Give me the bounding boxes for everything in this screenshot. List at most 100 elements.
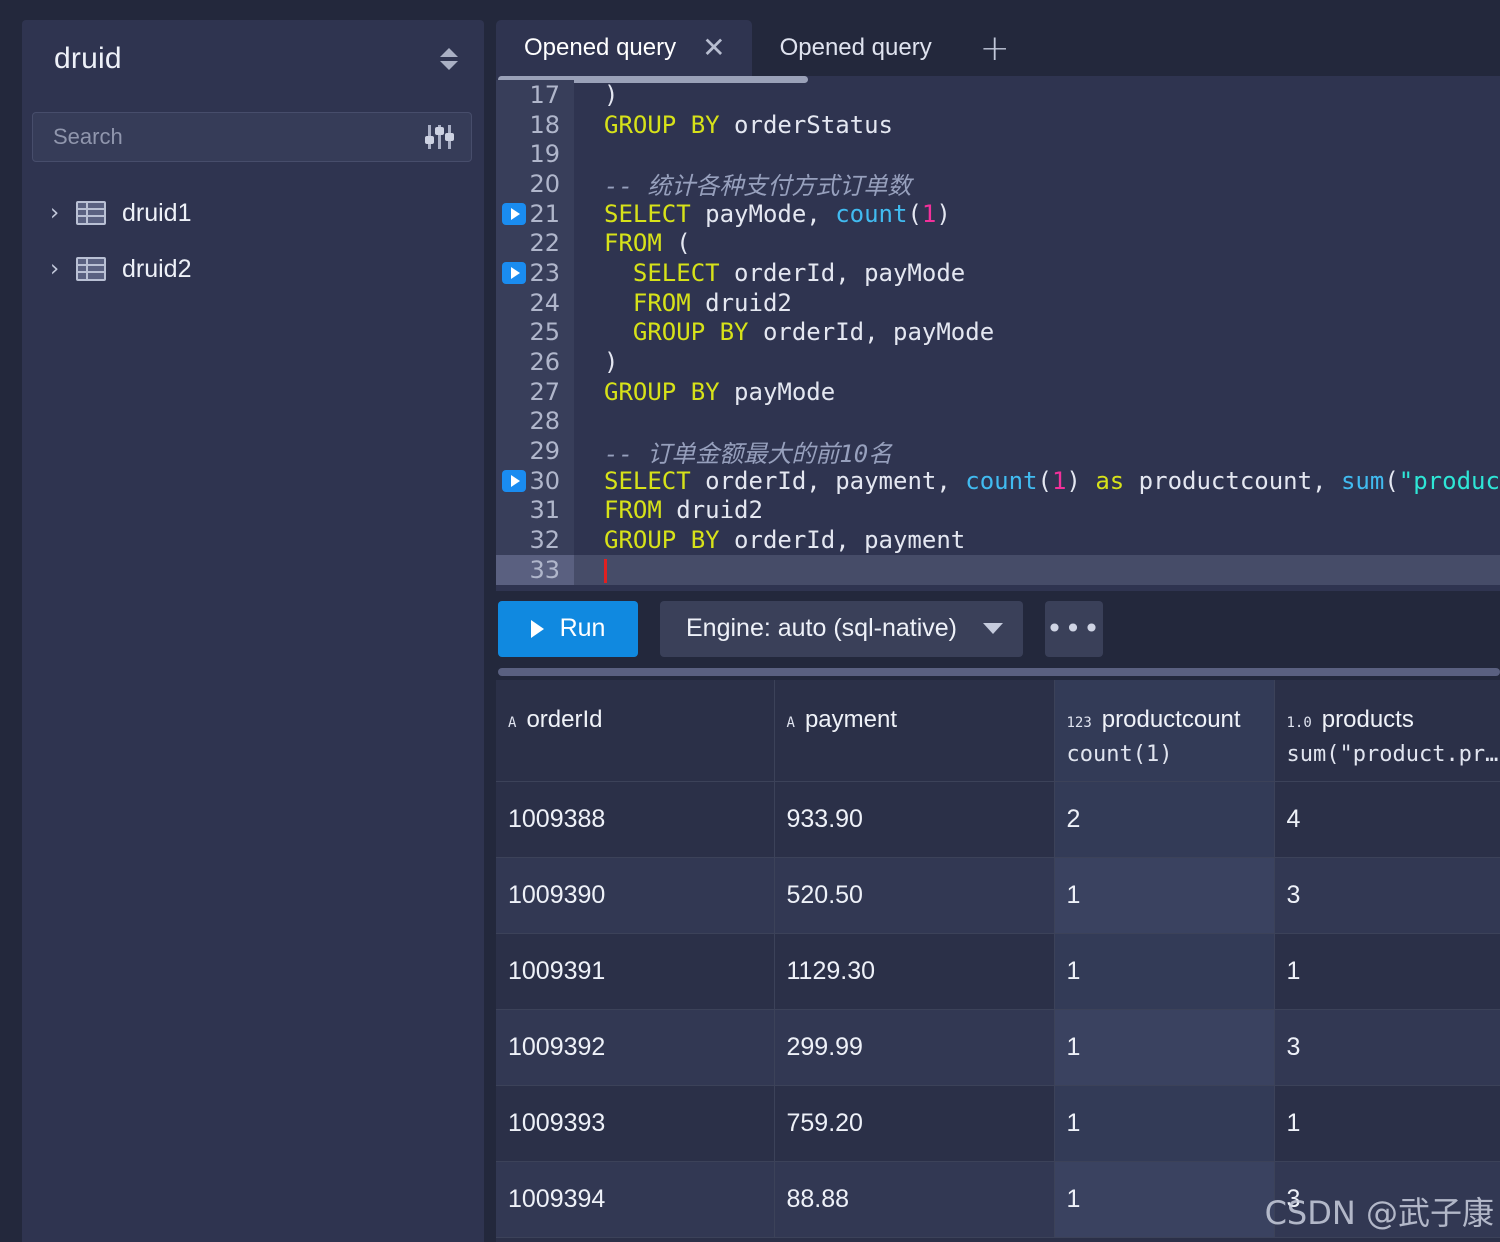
table-cell[interactable]: 299.99: [774, 1009, 1055, 1086]
editor-line[interactable]: 25 GROUP BY orderId, payMode: [496, 317, 1500, 348]
sidebar-header: druid: [22, 20, 484, 98]
filter-sliders-icon[interactable]: [423, 123, 457, 151]
editor-line[interactable]: 18 GROUP BY orderStatus: [496, 109, 1500, 140]
sql-editor[interactable]: 17) 18 GROUP BY orderStatus 19 20 -- 统计各种支付方式…: [496, 76, 1500, 591]
results-column-header[interactable]: AorderId: [496, 680, 775, 782]
results-column-header[interactable]: 1.0 products sum("product.pr…: [1274, 680, 1500, 782]
column-expression: sum("product.pr…: [1286, 742, 1499, 767]
editor-line[interactable]: 28: [496, 406, 1500, 437]
results-column-header[interactable]: 123 productcount count(1): [1054, 680, 1275, 782]
editor-line[interactable]: 29 -- 订单金额最大的前10名: [496, 436, 1500, 468]
schema-tree: › druid1 › druid2: [22, 185, 484, 297]
editor-line[interactable]: 22 FROM (: [496, 228, 1500, 259]
table-cell[interactable]: 933.90: [774, 781, 1055, 858]
line-number: 32: [496, 525, 574, 555]
line-source: SELECT payMode, count(1): [604, 199, 951, 228]
more-options-button[interactable]: •••: [1044, 600, 1103, 657]
tree-item-druid2[interactable]: › druid2: [22, 241, 484, 297]
play-icon: [530, 619, 544, 638]
editor-line[interactable]: 32 GROUP BY orderId, payment: [496, 525, 1500, 555]
editor-line[interactable]: 19: [496, 139, 1500, 170]
run-button[interactable]: Run: [498, 600, 638, 657]
table-cell[interactable]: 1: [1054, 857, 1275, 934]
run-statement-icon[interactable]: [502, 202, 526, 225]
table-cell[interactable]: 1: [1054, 1085, 1275, 1162]
table-cell[interactable]: 1: [1054, 1161, 1275, 1238]
column-type-badge: 123: [1066, 715, 1092, 731]
run-statement-icon[interactable]: [502, 469, 526, 492]
results-table: AorderId Apayment 123 productcount count(1) 1…: [496, 680, 1500, 1238]
close-icon[interactable]: ✕: [702, 34, 725, 62]
editor-line[interactable]: 20 -- 统计各种支付方式订单数: [496, 169, 1500, 201]
table-cell[interactable]: 1009392: [496, 1009, 775, 1086]
query-tabbar: Opened query ✕ Opened query +: [496, 20, 1500, 76]
new-tab-plus-icon[interactable]: +: [958, 20, 1032, 76]
chevron-right-icon[interactable]: ›: [50, 257, 76, 281]
column-name: orderId: [526, 706, 603, 733]
editor-line[interactable]: 23 SELECT orderId, payMode: [496, 258, 1500, 288]
query-toolbar: Run Engine: auto (sql-native) •••: [496, 591, 1500, 666]
run-statement-icon[interactable]: [502, 262, 526, 285]
table-row[interactable]: 1009391 1129.30 1 1: [496, 933, 1500, 1010]
table-cell[interactable]: 1009390: [496, 857, 775, 934]
table-cell[interactable]: 88.88: [774, 1161, 1055, 1238]
column-name: productcount: [1101, 706, 1241, 733]
table-cell[interactable]: 3: [1274, 1009, 1500, 1086]
table-row[interactable]: 1009393 759.20 1 1: [496, 1085, 1500, 1162]
tab-opened-query-2[interactable]: Opened query: [752, 20, 958, 76]
editor-code-area[interactable]: 17) 18 GROUP BY orderStatus 19 20 -- 统计各种支付方式…: [496, 80, 1500, 591]
table-cell[interactable]: 3: [1274, 1161, 1500, 1238]
line-source: ): [604, 348, 619, 377]
engine-select[interactable]: Engine: auto (sql-native): [660, 600, 1023, 657]
tree-item-label: druid1: [122, 198, 192, 227]
line-number: 27: [496, 376, 574, 407]
column-type-badge: 1.0: [1286, 715, 1312, 731]
search-input[interactable]: [53, 124, 423, 150]
table-cell[interactable]: 1009393: [496, 1085, 775, 1162]
tree-item-druid1[interactable]: › druid1: [22, 185, 484, 241]
table-row[interactable]: 1009388 933.90 2 4: [496, 781, 1500, 858]
editor-line[interactable]: 27 GROUP BY payMode: [496, 376, 1500, 407]
table-cell[interactable]: 2: [1054, 781, 1275, 858]
line-source: GROUP BY orderId, payment: [604, 526, 966, 555]
results-column-header[interactable]: Apayment: [774, 680, 1055, 782]
table-cell[interactable]: 1: [1274, 1085, 1500, 1162]
table-cell[interactable]: 3: [1274, 857, 1500, 934]
chevron-down-icon: [982, 623, 1003, 634]
editor-line[interactable]: 17): [496, 80, 1500, 110]
table-cell[interactable]: 1: [1054, 1009, 1275, 1086]
editor-line[interactable]: 30 SELECT orderId, payment, count(1) as p…: [496, 465, 1500, 496]
editor-line[interactable]: 33: [496, 555, 1500, 585]
line-source: GROUP BY orderStatus: [604, 110, 893, 139]
tab-label: Opened query: [779, 34, 932, 61]
search-box[interactable]: [32, 112, 472, 162]
sort-updown-icon[interactable]: [438, 44, 460, 74]
table-row[interactable]: 1009394 88.88 1 3: [496, 1161, 1500, 1238]
line-source: GROUP BY orderId, payMode: [604, 318, 995, 347]
table-row[interactable]: 1009390 520.50 1 3: [496, 857, 1500, 934]
chevron-right-icon[interactable]: ›: [50, 201, 76, 225]
table-cell[interactable]: 1009388: [496, 781, 775, 858]
editor-line[interactable]: 26): [496, 347, 1500, 377]
app-window: druid › druid1 › druid2 Ope: [0, 0, 1500, 1242]
table-cell[interactable]: 1009394: [496, 1161, 775, 1238]
table-row[interactable]: 1009392 299.99 1 3: [496, 1009, 1500, 1086]
editor-line[interactable]: 24 FROM druid2: [496, 287, 1500, 318]
line-number: 18: [496, 109, 574, 140]
table-cell[interactable]: 1: [1274, 933, 1500, 1010]
editor-line[interactable]: 21 SELECT payMode, count(1): [496, 198, 1500, 229]
line-source: FROM druid2: [604, 288, 792, 317]
editor-line[interactable]: 31 FROM druid2: [496, 495, 1500, 526]
run-label: Run: [559, 614, 606, 642]
table-cell[interactable]: 1009391: [496, 933, 775, 1010]
table-cell[interactable]: 1129.30: [774, 933, 1055, 1010]
table-icon: [76, 257, 106, 281]
table-cell[interactable]: 1: [1054, 933, 1275, 1010]
table-cell[interactable]: 759.20: [774, 1085, 1055, 1162]
pane-splitter[interactable]: [498, 668, 1500, 676]
line-source: -- 统计各种支付方式订单数: [604, 172, 912, 201]
table-cell[interactable]: 520.50: [774, 857, 1055, 934]
tab-opened-query-1[interactable]: Opened query ✕: [496, 20, 752, 76]
table-cell[interactable]: 4: [1274, 781, 1500, 858]
line-source: ): [604, 80, 619, 109]
